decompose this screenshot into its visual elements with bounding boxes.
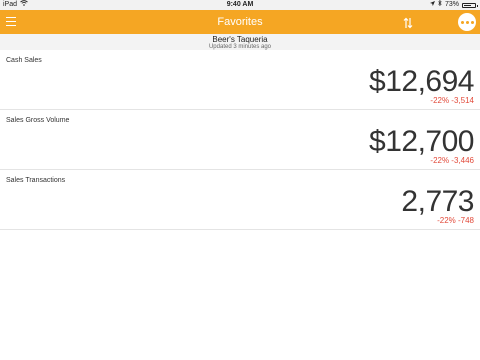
metric-label: Sales Transactions (6, 177, 66, 184)
bluetooth-icon (438, 0, 442, 10)
business-name: Beer's Taqueria (212, 35, 268, 44)
metric-card-sales-gross-volume[interactable]: Sales Gross Volume $12,700 -22% -3,446 (0, 110, 480, 170)
nav-bar: Favorites (0, 10, 480, 34)
business-header: Beer's Taqueria Updated 3 minutes ago (0, 34, 480, 50)
metric-label: Cash Sales (6, 57, 42, 64)
battery-icon (462, 2, 478, 8)
metric-value: $12,694 (369, 65, 474, 98)
metric-value: $12,700 (369, 125, 474, 158)
metric-label: Sales Gross Volume (6, 117, 70, 124)
status-time: 9:40 AM (226, 1, 254, 8)
more-dots-icon[interactable] (458, 13, 476, 31)
metric-delta: -22% -3,514 (430, 96, 474, 105)
sort-arrows-icon[interactable] (403, 16, 413, 29)
metric-delta: -22% -3,446 (430, 156, 474, 165)
battery-percent: 73% (444, 1, 459, 8)
metric-card-cash-sales[interactable]: Cash Sales $12,694 -22% -3,514 (0, 50, 480, 110)
status-bar: iPad 9:40 AM 73% (0, 0, 480, 10)
status-right: 73% (429, 0, 478, 10)
metric-delta: -22% -748 (437, 216, 474, 225)
metric-value: 2,773 (401, 185, 474, 218)
location-arrow-icon (429, 0, 435, 10)
metric-card-sales-transactions[interactable]: Sales Transactions 2,773 -22% -748 (0, 170, 480, 230)
